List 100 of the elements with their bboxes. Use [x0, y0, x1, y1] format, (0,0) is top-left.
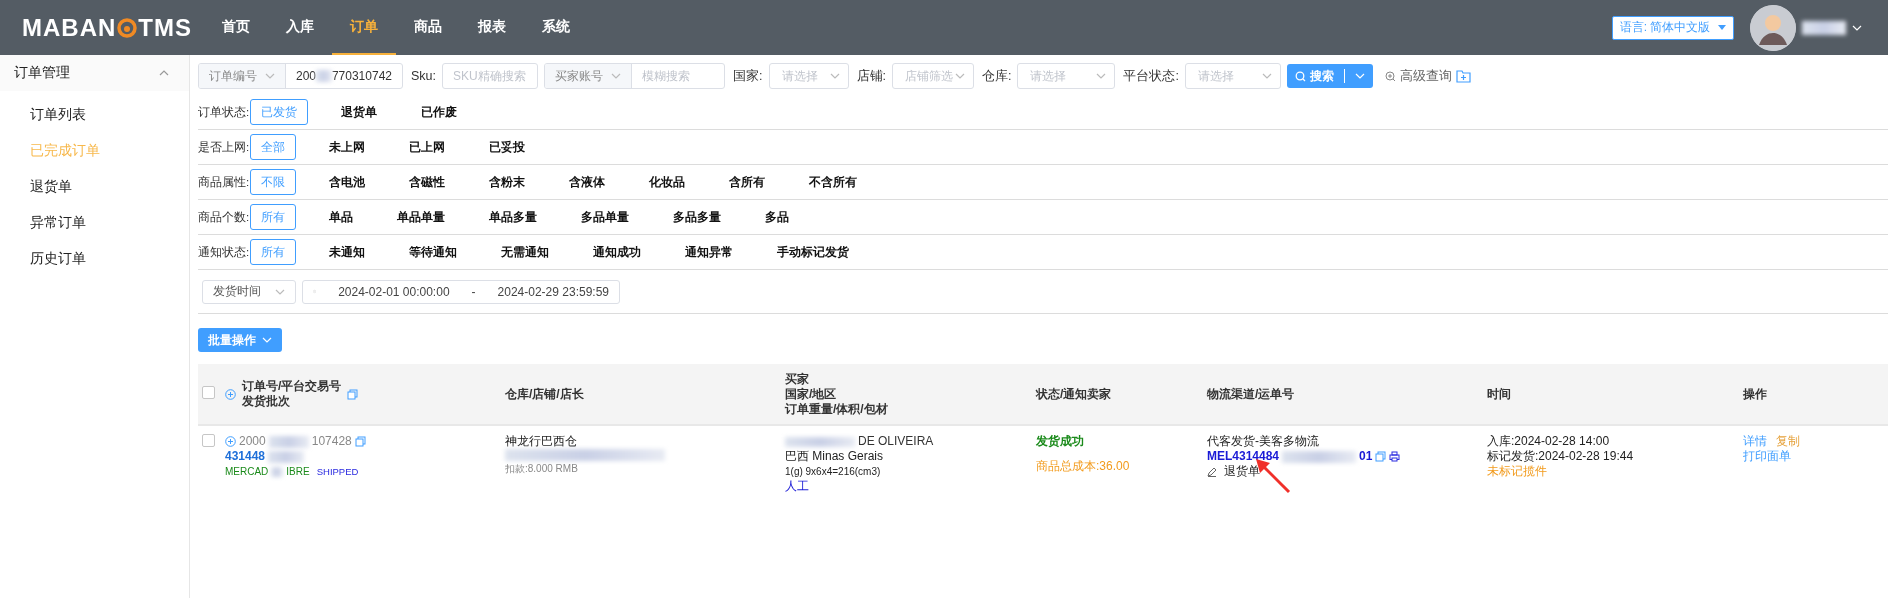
order-weight: 1(g) 9x6x4=216(cm3) — [785, 465, 882, 479]
charge-amount: 扣款:8.000 RMB — [505, 462, 579, 476]
filter-label: 店铺: — [856, 67, 886, 85]
blurred-patch — [785, 436, 855, 447]
filter-option[interactable]: 含磁性 — [398, 169, 456, 195]
chevron-down-icon — [1354, 73, 1365, 79]
caret-down-icon — [1718, 25, 1727, 30]
column-header: 操作 — [1743, 386, 1767, 402]
packaging-type: 人工 — [785, 479, 810, 494]
filter-option[interactable]: 含液体 — [558, 169, 616, 195]
platform-name: MERCAD — [225, 465, 269, 479]
blurred-patch — [268, 435, 309, 448]
filter-option[interactable]: 多品多量 — [662, 204, 732, 230]
nav-tab[interactable]: 商品 — [396, 0, 460, 55]
filter-label: 通知状态: — [198, 244, 250, 260]
sidebar-item[interactable]: 退货单 — [0, 169, 189, 205]
filter-option[interactable]: 退货单 — [330, 99, 388, 125]
filter-option[interactable]: 单品 — [318, 204, 364, 230]
sidebar-item[interactable]: 订单列表 — [0, 97, 189, 133]
folder-plus-icon[interactable] — [1455, 69, 1471, 83]
trade-number[interactable]: 431448 — [225, 449, 266, 464]
chevron-down-icon — [1261, 73, 1272, 79]
sidebar-item[interactable]: 历史订单 — [0, 241, 189, 277]
logo-text: TMS — [138, 13, 192, 42]
filter-option[interactable]: 含粉末 — [478, 169, 536, 195]
nav-tab[interactable]: 首页 — [204, 0, 268, 55]
avatar-icon[interactable] — [1750, 4, 1796, 51]
order-number: 2000 — [239, 434, 266, 449]
filter-option[interactable]: 多品 — [754, 204, 800, 230]
order-number: 107428 — [311, 434, 352, 449]
filter-label: 是否上网: — [198, 139, 250, 155]
blurred-patch — [268, 450, 305, 463]
chevron-up-icon[interactable] — [159, 70, 169, 76]
order-status: 发货成功 — [1036, 434, 1085, 449]
filter-option[interactable]: 手动标记发货 — [766, 239, 860, 265]
filter-option[interactable]: 通知异常 — [674, 239, 744, 265]
platform-name: IBRE — [286, 465, 310, 479]
copy-icon[interactable] — [347, 388, 359, 400]
nav-tab[interactable]: 入库 — [268, 0, 332, 55]
sidebar-group-title: 订单管理 — [14, 64, 70, 82]
filter-label: 商品个数: — [198, 209, 250, 225]
buyer-name: DE OLIVEIRA — [858, 434, 934, 449]
column-header: 订单号/平台交易号 发货批次 — [242, 379, 342, 409]
filter-option[interactable]: 单品多量 — [478, 204, 548, 230]
filter-option[interactable]: 无需通知 — [490, 239, 560, 265]
blurred-patch — [271, 466, 284, 477]
filter-option[interactable]: 等待通知 — [398, 239, 468, 265]
chevron-down-icon — [1096, 73, 1107, 79]
order-number-field[interactable]: 订单编号 200 770310742 — [198, 63, 403, 89]
filter-option[interactable]: 不含所有 — [798, 169, 868, 195]
buyer-search-field[interactable]: 买家账号 模糊搜索 — [544, 63, 725, 89]
filter-option[interactable]: 未上网 — [318, 134, 376, 160]
copy-icon[interactable] — [354, 436, 366, 447]
filter-option[interactable]: 已上网 — [398, 134, 456, 160]
filter-option[interactable]: 已妥投 — [478, 134, 536, 160]
filter-option[interactable]: 含所有 — [718, 169, 776, 195]
printer-icon[interactable] — [1389, 451, 1401, 462]
filter-option[interactable]: 化妆品 — [638, 169, 696, 195]
date-type-select[interactable]: 发货时间 — [202, 279, 296, 304]
sku-label: Sku: — [411, 69, 436, 83]
logistics-channel: 代客发货-美客多物流 — [1207, 434, 1320, 449]
expand-plus-icon[interactable] — [225, 436, 236, 447]
expand-plus-icon[interactable] — [225, 388, 236, 400]
chevron-down-icon — [829, 73, 840, 79]
nav-tab[interactable]: 报表 — [460, 0, 524, 55]
column-header: 物流渠道/运单号 — [1207, 386, 1295, 402]
warehouse-name: 神龙行巴西仓 — [505, 434, 578, 449]
return-order-tag[interactable]: 退货单 — [1224, 464, 1260, 479]
blurred-patch — [1802, 20, 1846, 35]
column-header: 状态/通知卖家 — [1036, 386, 1112, 402]
blurred-patch — [316, 70, 332, 82]
sidebar-item[interactable]: 异常订单 — [0, 205, 189, 241]
marked-ship-time: 标记发货:2024-02-28 19:44 — [1487, 449, 1635, 464]
date-range-field[interactable]: 2024-02-01 00:00:00 - 2024-02-29 23:59:59 — [302, 279, 620, 304]
filter-option[interactable]: 未通知 — [318, 239, 376, 265]
checkbox[interactable] — [202, 386, 215, 399]
filter-option[interactable]: 已作废 — [410, 99, 468, 125]
zoom-in-icon — [1384, 70, 1396, 82]
filter-label: 商品属性: — [198, 174, 250, 190]
tracking-number[interactable]: MEL4314484 — [1207, 449, 1280, 464]
filter-label: 平台状态: — [1123, 67, 1179, 85]
chevron-down-icon — [611, 73, 621, 79]
nav-tab[interactable]: 系统 — [524, 0, 588, 55]
filter-label: 订单状态: — [198, 104, 250, 120]
platform-status: SHIPPED — [316, 465, 359, 479]
nav-tab[interactable]: 订单 — [332, 0, 396, 55]
column-header: 买家 国家/地区 订单重量/体积/包材 — [785, 371, 888, 417]
chevron-down-icon — [262, 337, 272, 343]
filter-option[interactable]: 多品单量 — [570, 204, 640, 230]
pickup-status: 未标记揽件 — [1487, 464, 1548, 479]
filter-option[interactable]: 单品单量 — [386, 204, 456, 230]
checkbox[interactable] — [202, 434, 215, 447]
search-icon — [1294, 70, 1306, 82]
chevron-down-icon — [1852, 24, 1862, 31]
column-header: 仓库/店铺/店长 — [505, 386, 584, 402]
filter-option[interactable]: 通知成功 — [582, 239, 652, 265]
filter-option[interactable]: 含电池 — [318, 169, 376, 195]
advanced-search-link[interactable]: 高级查询 — [1399, 67, 1452, 85]
tracking-number[interactable]: 01 — [1359, 449, 1373, 464]
pencil-icon — [1207, 466, 1217, 477]
